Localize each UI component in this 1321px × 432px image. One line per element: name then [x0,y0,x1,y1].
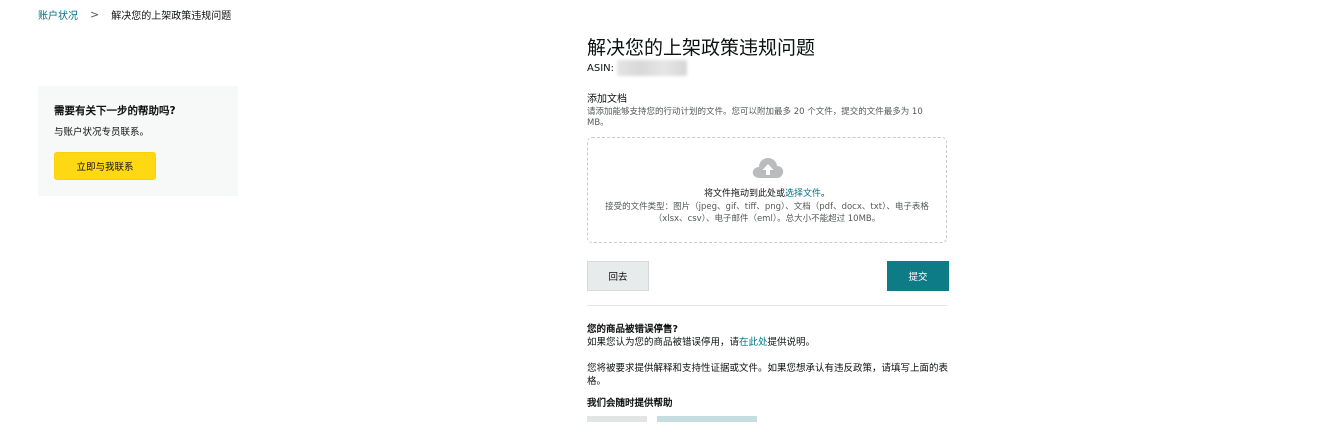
faq-question: 您的商品被错误停售? [587,324,679,335]
breadcrumb-separator: > [90,8,100,21]
page-title: 解决您的上架政策违规问题 [587,37,816,59]
contact-me-button[interactable]: 立即与我联系 [54,152,156,180]
upload-description: 请添加能够支持您的行动计划的文件。您可以附加最多 20 个文件，提交的文件最多为… [587,107,923,128]
faq-paragraph: 您将被要求提供解释和支持性证据或文件。如果您想承认有违反政策，请填写上面的表格。 [587,363,949,387]
action-buttons: 回去 提交 [587,261,949,291]
faq-answer-suffix: 提供说明。 [767,337,816,348]
help-text: 与账户状况专员联系。 [54,127,150,138]
faq-answer: 如果您认为您的商品被错误停用，请在此处提供说明。 [587,336,949,349]
drop-text: 将文件拖动到此处或 [703,189,785,199]
file-dropzone[interactable]: 将文件拖动到此处或选择文件。 接受的文件类型：图片（jpeg、gif、tiff、… [587,137,947,243]
help-heading: 我们会随时提供帮助 [587,398,673,409]
submit-button[interactable]: 提交 [887,261,949,291]
explain-here-link[interactable]: 在此处 [739,337,768,348]
accepted-file-types: 接受的文件类型：图片（jpeg、gif、tiff、png）、文档（pdf、doc… [605,202,929,224]
main-content: 解决您的上架政策违规问题 ASIN: 添加文档 请添加能够支持您的行动计划的文件… [587,35,949,422]
breadcrumb-current: 解决您的上架政策违规问题 [111,11,232,22]
drop-suffix: 。 [821,189,831,199]
upload-label: 添加文档 [587,94,627,105]
breadcrumb-link-account-health[interactable]: 账户状况 [38,7,78,22]
asin-label: ASIN: [587,62,614,74]
back-button[interactable]: 回去 [587,261,649,291]
drop-instructions: 将文件拖动到此处或选择文件。 [588,186,946,199]
help-title: 需要有关下一步的帮助吗? [54,105,176,117]
help-card: 需要有关下一步的帮助吗? 与账户状况专员联系。 立即与我联系 [38,86,238,196]
faq-answer-prefix: 如果您认为您的商品被错误停用，请 [587,337,740,348]
truncated-text [587,416,757,422]
divider [587,305,947,306]
breadcrumb: 账户状况 > 解决您的上架政策违规问题 [38,7,231,22]
faq-section: 您的商品被错误停售? 如果您认为您的商品被错误停用，请在此处提供说明。 您将被要… [587,323,949,422]
asin-row: ASIN: [587,60,949,76]
choose-file-link[interactable]: 选择文件 [785,189,821,199]
cloud-upload-icon [752,158,784,178]
asin-value-redacted [617,60,687,76]
